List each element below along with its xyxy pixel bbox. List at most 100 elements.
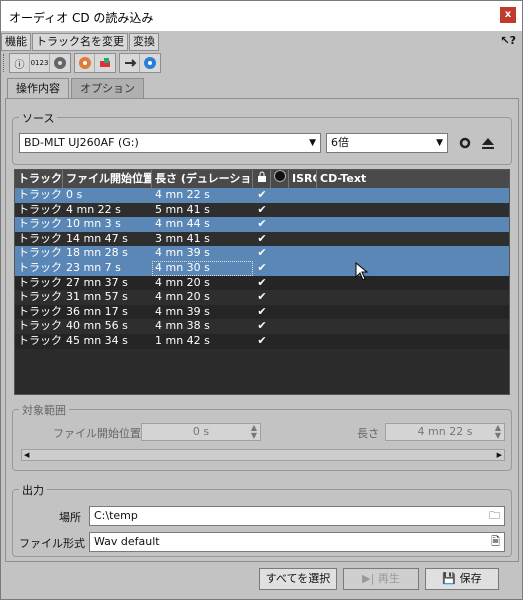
select-all-button[interactable]: すべてを選択 [259, 568, 337, 590]
cddb-icon[interactable] [50, 54, 70, 72]
title-bar: オーディオ CD の読み込み x [1, 1, 522, 31]
start-cell: 31 mn 57 s [66, 290, 128, 304]
table-header: トラック ファイル開始位置 長さ (デュレーション) ISRC CD-Text [15, 170, 509, 188]
range-scrollbar[interactable]: ◀ ▶ [21, 449, 505, 461]
lock-icon[interactable] [253, 170, 271, 188]
audio-cell [271, 246, 289, 261]
header-length[interactable]: 長さ (デュレーション) [152, 170, 253, 188]
save-icon: 💾 [442, 572, 460, 585]
check-icon: ✔ [257, 246, 267, 260]
table-row[interactable]: トラック ...40 mn 56 s 4 mn 38 s ✔ [15, 319, 509, 334]
scroll-right-icon[interactable]: ▶ [497, 451, 502, 459]
header-start[interactable]: ファイル開始位置 [63, 170, 152, 188]
length-cell: 4 mn 39 s [155, 246, 210, 260]
track-name-cell: トラック ... [18, 188, 63, 201]
toolbar-group-eject [119, 53, 161, 73]
format-settings-icon[interactable]: 🗎 [491, 533, 500, 551]
tag-icon[interactable] [75, 54, 95, 72]
audio-cd-import-window: オーディオ CD の読み込み x 機能 トラック名を変更 変換 ↖? ⓘ 012… [0, 0, 523, 600]
check-icon: ✔ [257, 304, 267, 318]
table-row[interactable]: トラック ...45 mn 34 s 1 mn 42 s ✔ [15, 333, 509, 349]
table-row[interactable]: トラック ...23 mn 7 s 4 mn 30 s ✔ [15, 260, 509, 276]
source-group: ソース BD-MLT UJ260AF (G:) ▼ 6倍 ▼ [12, 110, 512, 165]
start-cell: 27 mn 37 s [66, 275, 128, 289]
table-body: トラック ...0 s4 mn 22 s✔トラック ...4 mn 22 s5 … [15, 188, 509, 349]
check-icon: ✔ [257, 202, 267, 216]
spinner-arrows-icon: ▲ ▼ [250, 423, 257, 440]
play-button[interactable]: ▶| 再生 [343, 568, 419, 590]
table-row[interactable]: トラック ...36 mn 17 s 4 mn 39 s ✔ [15, 304, 509, 320]
audio-icon[interactable] [271, 170, 289, 188]
track-name-cell: トラック ... [18, 304, 63, 318]
audio-cell [271, 232, 289, 247]
table-row[interactable]: トラック ...4 mn 22 s 5 mn 41 s ✔ [15, 202, 509, 218]
check-icon: ✔ [257, 333, 267, 347]
transfer-icon[interactable] [120, 54, 140, 72]
audio-cell [271, 188, 289, 203]
track-numbers-icon[interactable]: 0123 [30, 54, 50, 72]
info-icon[interactable]: ⓘ [10, 54, 30, 72]
isrc-cell [289, 276, 317, 291]
menu-convert[interactable]: 変換 [129, 33, 159, 51]
format-field[interactable]: Wav default 🗎 [89, 532, 505, 552]
table-row[interactable]: トラック ...14 mn 47 s 3 mn 41 s ✔ [15, 231, 509, 247]
header-track[interactable]: トラック [15, 170, 63, 188]
start-position-spinner[interactable]: 0 s ▲ ▼ [141, 423, 261, 441]
folder-icon[interactable]: 🗀 [489, 507, 500, 525]
table-row[interactable]: トラック ...10 mn 3 s 4 mn 44 s ✔ [15, 217, 509, 232]
refresh-icon[interactable] [456, 134, 474, 152]
track-table[interactable]: トラック ファイル開始位置 長さ (デュレーション) ISRC CD-Text … [14, 169, 510, 395]
start-cell: 18 mn 28 s [66, 246, 128, 260]
check-icon: ✔ [257, 231, 267, 245]
table-row[interactable]: トラック ...18 mn 28 s 4 mn 39 s ✔ [15, 246, 509, 261]
track-name-cell: トラック ... [18, 246, 63, 260]
speed-value: 6倍 [331, 136, 349, 149]
header-cdtext[interactable]: CD-Text [317, 170, 377, 188]
cdtext-cell [317, 319, 377, 334]
format-label: ファイル形式 [19, 537, 85, 550]
close-button[interactable]: x [500, 7, 516, 23]
check-icon: ✔ [257, 290, 267, 304]
table-row[interactable]: トラック ...27 mn 37 s 4 mn 20 s ✔ [15, 275, 509, 291]
edit-tag-icon[interactable] [95, 54, 115, 72]
start-cell: 14 mn 47 s [66, 231, 128, 245]
range-group: 対象範囲 ファイル開始位置 0 s ▲ ▼ 長さ 4 mn 22 s ▲ ▼ ◀ ▶ [12, 402, 512, 471]
check-icon: ✔ [257, 319, 267, 333]
length-value: 4 mn 22 s [417, 425, 473, 438]
help-icon[interactable]: ↖? [500, 34, 516, 47]
drive-select[interactable]: BD-MLT UJ260AF (G:) ▼ [19, 133, 321, 153]
length-cell: 4 mn 30 s [152, 260, 253, 276]
cdtext-cell [317, 232, 377, 247]
disc-icon[interactable] [140, 54, 160, 72]
length-cell: 4 mn 22 s [155, 188, 210, 201]
scroll-left-icon[interactable]: ◀ [24, 451, 29, 459]
header-isrc[interactable]: ISRC [289, 170, 317, 188]
check-icon: ✔ [257, 217, 267, 231]
table-row[interactable]: トラック ...0 s 4 mn 22 s ✔ [15, 188, 509, 203]
cdtext-cell [317, 203, 377, 218]
menu-rename-tracks[interactable]: トラック名を変更 [32, 33, 128, 51]
cdtext-cell [317, 290, 377, 305]
toolbar-grip[interactable] [3, 54, 6, 72]
location-field[interactable]: C:\temp 🗀 [89, 506, 505, 526]
tab-options[interactable]: オプション [71, 78, 144, 98]
cdtext-cell [317, 217, 377, 232]
check-icon: ✔ [257, 275, 267, 289]
table-row[interactable]: トラック ...31 mn 57 s 4 mn 20 s ✔ [15, 290, 509, 305]
eject-icon[interactable] [479, 134, 497, 152]
audio-cell [271, 217, 289, 232]
toolbar-group-info: ⓘ 0123 [9, 53, 71, 73]
isrc-cell [289, 319, 317, 334]
speed-select[interactable]: 6倍 ▼ [326, 133, 448, 153]
menu-function[interactable]: 機能 [1, 33, 31, 51]
save-button[interactable]: 💾 保存 [425, 568, 499, 590]
start-position-value: 0 s [192, 425, 210, 438]
mouse-cursor-icon [355, 262, 369, 281]
tab-operation[interactable]: 操作内容 [7, 78, 69, 99]
audio-cell [271, 290, 289, 305]
start-cell: 45 mn 34 s [66, 333, 128, 347]
length-cell: 4 mn 20 s [155, 290, 210, 304]
isrc-cell [289, 217, 317, 232]
format-value: Wav default [94, 535, 160, 548]
length-spinner[interactable]: 4 mn 22 s ▲ ▼ [385, 423, 505, 441]
